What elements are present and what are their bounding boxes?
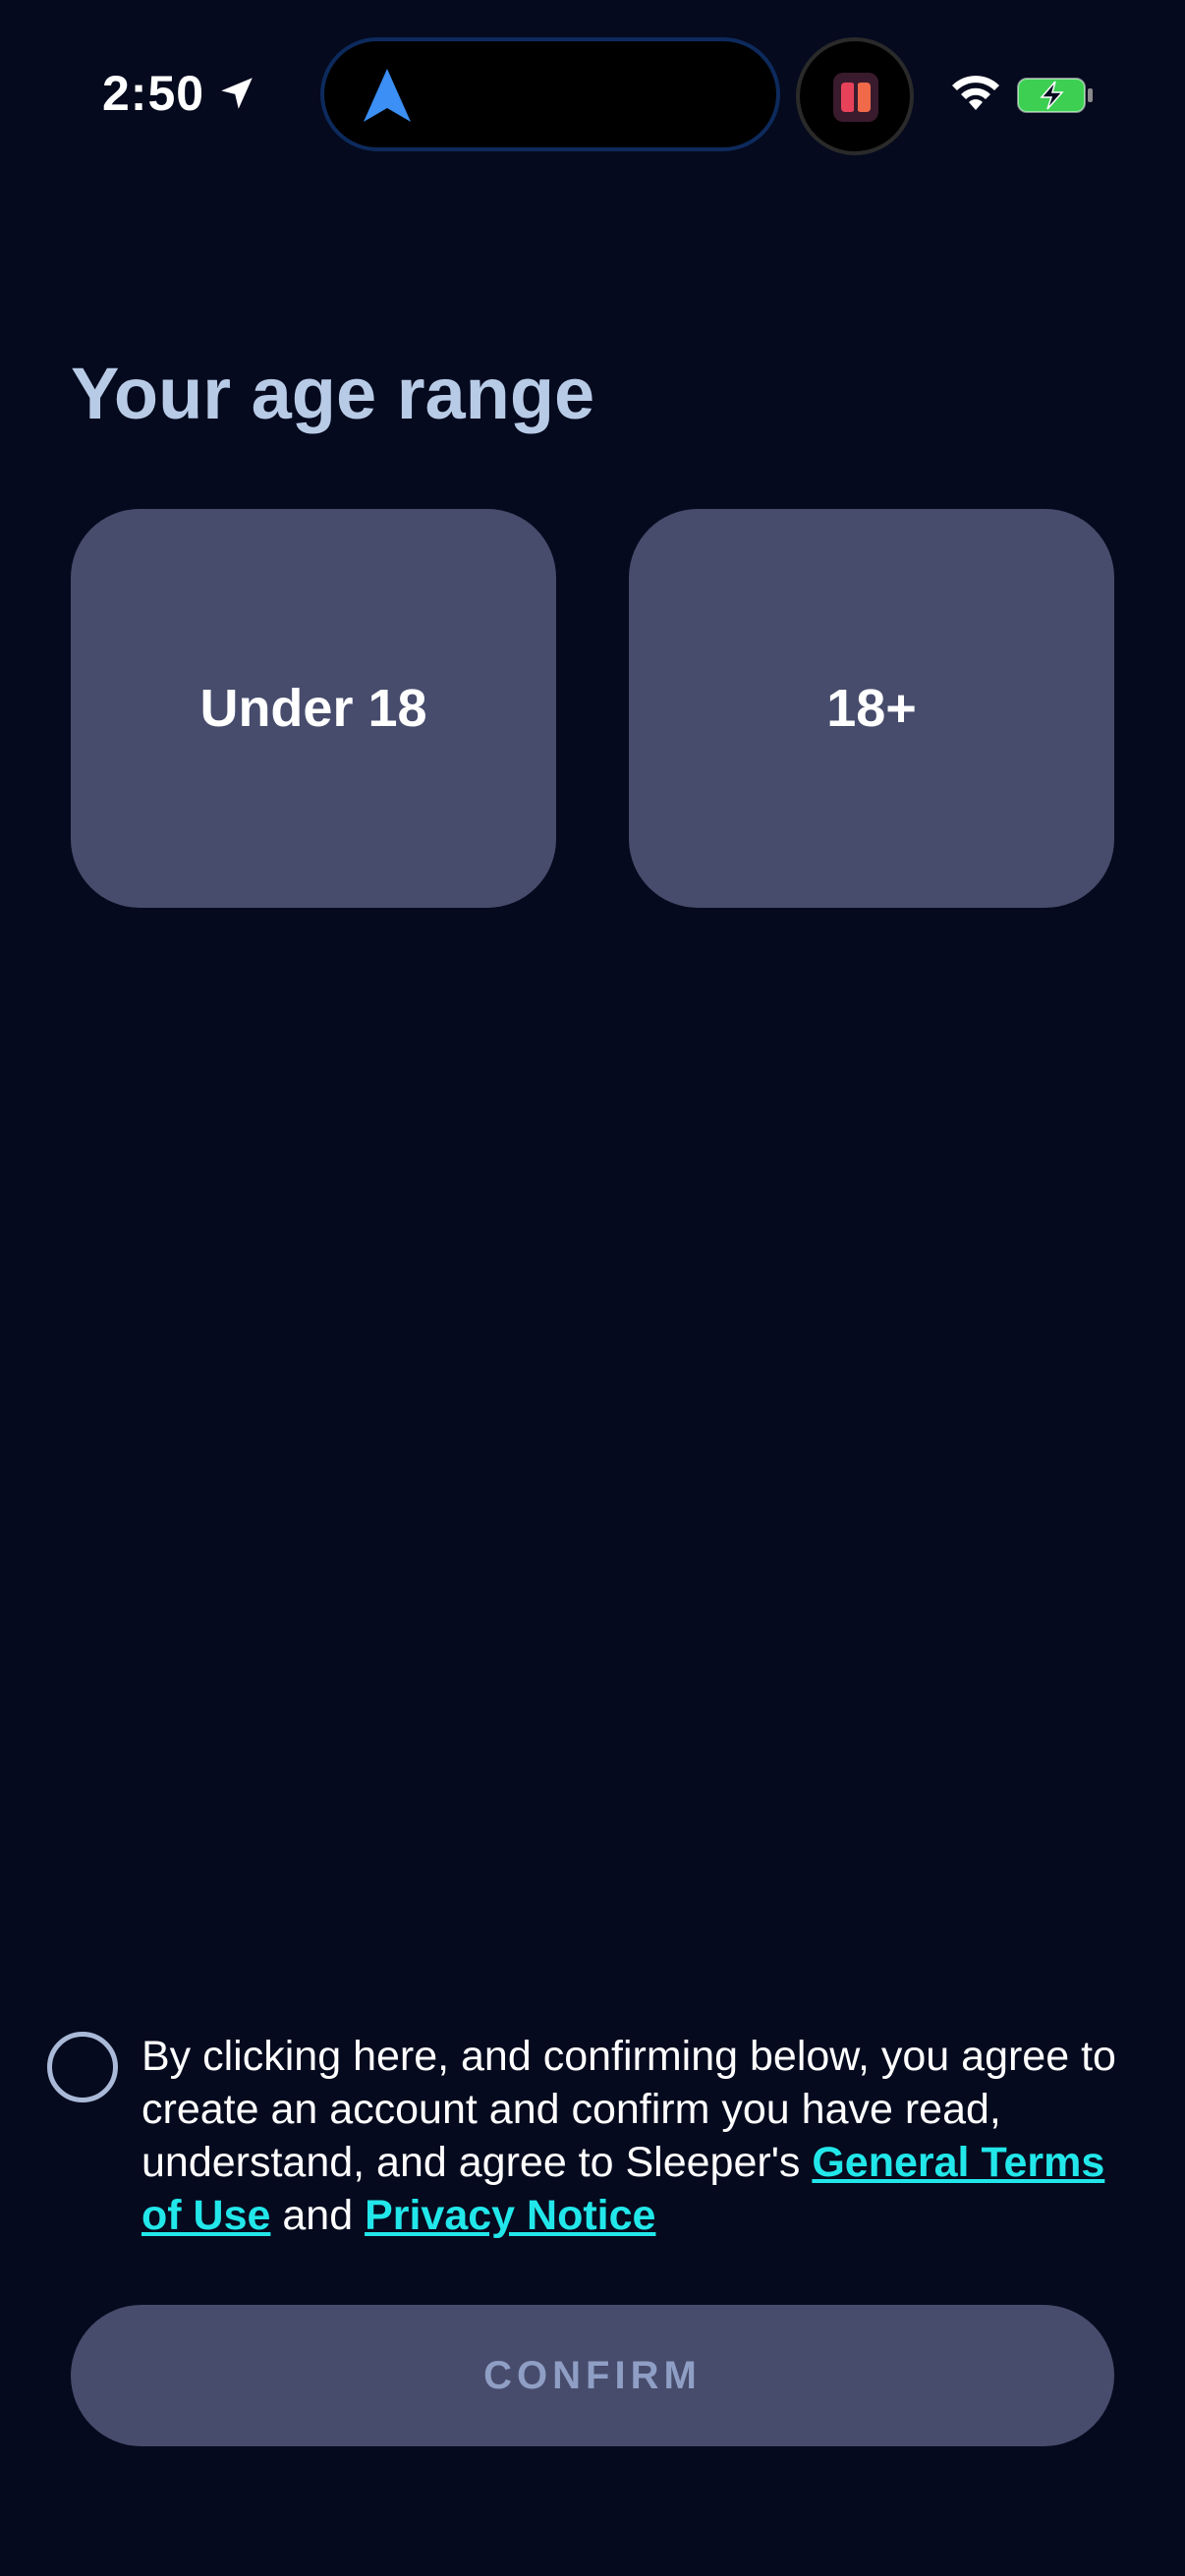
consent-text: By clicking here, and confirming below, … (141, 2030, 1144, 2242)
live-activity-app-icon (796, 37, 914, 155)
status-time: 2:50 (102, 65, 257, 122)
consent-checkbox[interactable] (47, 2032, 118, 2102)
wifi-icon (952, 76, 999, 110)
consent-and: and (270, 2192, 366, 2239)
privacy-notice-link[interactable]: Privacy Notice (365, 2192, 655, 2239)
location-arrow-icon (221, 78, 253, 109)
app-icon (833, 73, 878, 122)
age-option-18-plus[interactable]: 18+ (629, 509, 1114, 908)
navigation-arrow-icon (364, 69, 411, 122)
battery-charging-icon (1017, 78, 1093, 113)
age-option-under-18-label: Under 18 (199, 679, 427, 738)
app-logo-icon (841, 79, 871, 116)
confirm-button[interactable]: CONFIRM (71, 2305, 1114, 2446)
status-time-text: 2:50 (102, 66, 205, 121)
age-option-under-18[interactable]: Under 18 (71, 509, 556, 908)
age-range-screen: 2:50 Your age range Under 18 18+ By clic… (0, 0, 1185, 2576)
dynamic-island (320, 37, 780, 151)
confirm-button-label: CONFIRM (483, 2353, 702, 2397)
age-option-18-plus-label: 18+ (826, 679, 917, 738)
page-title: Your age range (71, 353, 595, 434)
